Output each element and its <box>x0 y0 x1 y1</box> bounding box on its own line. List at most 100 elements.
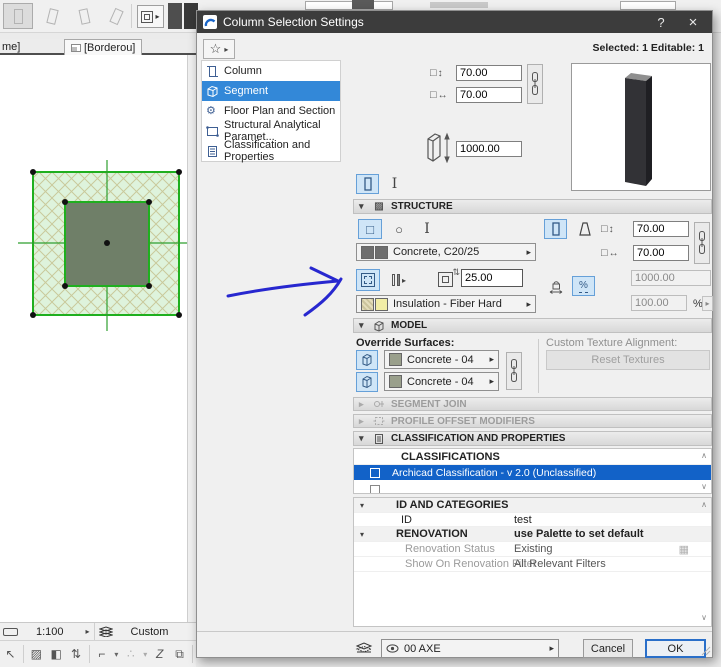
renovation-grid-icon[interactable]: ▦ <box>679 543 689 556</box>
renovation-filter-value[interactable]: All Relevant Filters <box>514 558 606 570</box>
core-width-input[interactable] <box>633 221 689 237</box>
veneer-material-label: Insulation - Fiber Hard <box>393 298 502 310</box>
scale-icon <box>3 627 18 636</box>
column-method-vertical-button[interactable] <box>3 3 33 29</box>
layer-combination-value[interactable]: Custom <box>131 626 169 638</box>
uniform-column-toggle[interactable] <box>544 219 567 239</box>
flyout-icon-1[interactable]: ▾ <box>114 650 118 659</box>
tree-item-segment[interactable]: Segment <box>202 81 340 101</box>
gravity-icon[interactable]: ▨ <box>29 647 44 661</box>
scroll-down-icon[interactable]: ∨ <box>701 613 707 622</box>
width-dim-icon: □ ↕ <box>430 67 443 79</box>
percent-size-toggle[interactable]: % <box>572 276 595 296</box>
core-depth-input[interactable] <box>633 245 689 261</box>
help-button[interactable]: ? <box>648 15 674 30</box>
percent-flyout-button[interactable]: ▸ <box>702 296 713 311</box>
tree-item-classification[interactable]: Classification and Properties <box>202 139 340 163</box>
chain-icon <box>699 231 705 254</box>
cancel-label: Cancel <box>590 642 626 655</box>
flyout-icon-2[interactable]: ▾ <box>143 650 147 659</box>
snap-points-icon[interactable]: ∴ <box>123 647 138 661</box>
dialog-titlebar[interactable]: Column Selection Settings ? × <box>197 11 712 33</box>
floor-plan-canvas[interactable] <box>0 55 187 622</box>
tree-item-column[interactable]: Column <box>202 61 340 81</box>
model-section-header[interactable]: ▾ MODEL <box>353 318 712 333</box>
structure-section-header[interactable]: ▾ ▨ STRUCTURE <box>353 199 712 214</box>
chain-icon <box>532 72 538 95</box>
wall-reference-icon[interactable]: ◧ <box>49 647 64 661</box>
column-method-rotated-button[interactable] <box>101 3 131 29</box>
capital-column-icon: I <box>391 176 398 192</box>
canvas-vertical-scrollbar[interactable] <box>187 55 196 622</box>
fixed-size-toggle[interactable] <box>544 276 567 296</box>
veneer-thickness-input[interactable] <box>461 269 523 287</box>
material-swatch-cut <box>361 245 374 259</box>
background-logo-fragment <box>352 0 374 9</box>
id-row[interactable]: ID test <box>354 513 711 527</box>
structure-display-button[interactable]: ▸ <box>137 5 164 28</box>
tree-item-structural[interactable]: Structural Analytical Paramet... <box>202 119 340 143</box>
link-surfaces-button[interactable] <box>506 352 522 390</box>
scroll-up-icon[interactable]: ∧ <box>701 451 707 460</box>
column-width-input[interactable] <box>456 65 522 81</box>
column-preview[interactable] <box>571 63 711 191</box>
core-material-dropdown[interactable]: Concrete, C20/25 ▸ <box>356 243 536 261</box>
cancel-button[interactable]: Cancel <box>583 639 633 658</box>
link-dimensions-button[interactable] <box>527 64 543 104</box>
favorites-button[interactable]: ☆ ▸ <box>203 39 235 59</box>
pen-swatch-dark[interactable] <box>168 3 182 29</box>
classification-checkbox[interactable] <box>370 467 380 478</box>
classification-selected-row[interactable]: Archicad Classification - v 2.0 (Unclass… <box>354 465 711 480</box>
structure-display-icon <box>141 10 154 23</box>
scale-flyout-icon[interactable]: ▸ <box>86 627 90 636</box>
tapered-column-toggle[interactable] <box>573 219 596 239</box>
veneer-toggle[interactable] <box>356 269 380 291</box>
scale-value[interactable]: 1:100 <box>36 626 64 638</box>
resize-grip[interactable] <box>701 646 711 656</box>
veneer-position-button[interactable]: ▸ <box>385 269 413 291</box>
column-depth-input[interactable] <box>456 87 522 103</box>
surface-top-dropdown[interactable]: Concrete - 04 ▸ <box>384 350 499 369</box>
tree-item-floor-plan[interactable]: ⚙ Floor Plan and Section <box>202 101 340 121</box>
classification-section-header[interactable]: ▾ CLASSIFICATION AND PROPERTIES <box>353 431 712 446</box>
segment-join-section-header[interactable]: ▸ SEGMENT JOIN <box>353 397 712 411</box>
complex-profile-toggle[interactable]: I <box>415 219 439 239</box>
surface-sides-dropdown[interactable]: Concrete - 04 ▸ <box>384 372 499 391</box>
close-button[interactable]: × <box>680 14 706 31</box>
surface-sides-toggle[interactable] <box>356 372 378 392</box>
scroll-down-icon[interactable]: ∨ <box>701 482 707 491</box>
classification-properties-icon <box>375 433 383 444</box>
link-core-dimensions-button[interactable] <box>694 222 710 264</box>
renovation-filter-row[interactable]: Show On Renovation Filter All Relevant F… <box>354 557 711 572</box>
veneer-material-dropdown[interactable]: Insulation - Fiber Hard ▸ <box>356 295 536 313</box>
circle-profile-toggle[interactable]: ○ <box>387 219 411 239</box>
plain-column-toggle[interactable] <box>356 174 379 194</box>
id-categories-section-row[interactable]: ▾ ID AND CATEGORIES <box>354 498 711 513</box>
custom-texture-label: Custom Texture Alignment: <box>546 337 678 349</box>
flip-icon[interactable]: ⇅ <box>69 647 84 661</box>
layer-dropdown[interactable]: 00 AXE ▸ <box>381 639 559 658</box>
relative-construction-icon[interactable]: ⌐ <box>94 647 109 661</box>
profile-offset-section-header[interactable]: ▸ PROFILE OFFSET MODIFIERS <box>353 414 712 428</box>
column-height-input[interactable] <box>456 141 522 157</box>
column-method-tilted-button[interactable] <box>69 3 99 29</box>
renovation-status-row[interactable]: Renovation Status Existing ▦ <box>354 542 711 557</box>
footer-separator <box>197 631 712 632</box>
suspend-groups-icon[interactable]: ↖ <box>3 647 18 661</box>
surface-top-toggle[interactable] <box>356 350 378 370</box>
ok-button[interactable]: OK <box>645 639 706 658</box>
renovation-status-value[interactable]: Existing <box>514 543 553 555</box>
renovation-section-row[interactable]: ▾ RENOVATION use Palette to set default <box>354 527 711 542</box>
tab-partial[interactable]: me] <box>2 41 20 53</box>
classification-partial-checkbox[interactable] <box>370 485 380 493</box>
capital-column-toggle[interactable]: I <box>383 174 406 194</box>
column-method-slanted-button[interactable] <box>37 3 67 29</box>
square-profile-toggle[interactable]: □ <box>358 219 382 239</box>
tab-borderou[interactable]: [Borderou] <box>64 39 143 55</box>
id-value[interactable]: test <box>514 514 532 526</box>
classification-selected-label: Archicad Classification - v 2.0 (Unclass… <box>392 466 597 479</box>
plane-snap-icon[interactable]: Z <box>152 647 167 661</box>
bottombar-separator <box>22 645 24 663</box>
scroll-up-icon[interactable]: ∧ <box>701 500 707 509</box>
edit-plane-icon[interactable]: ⧉ <box>172 647 187 662</box>
